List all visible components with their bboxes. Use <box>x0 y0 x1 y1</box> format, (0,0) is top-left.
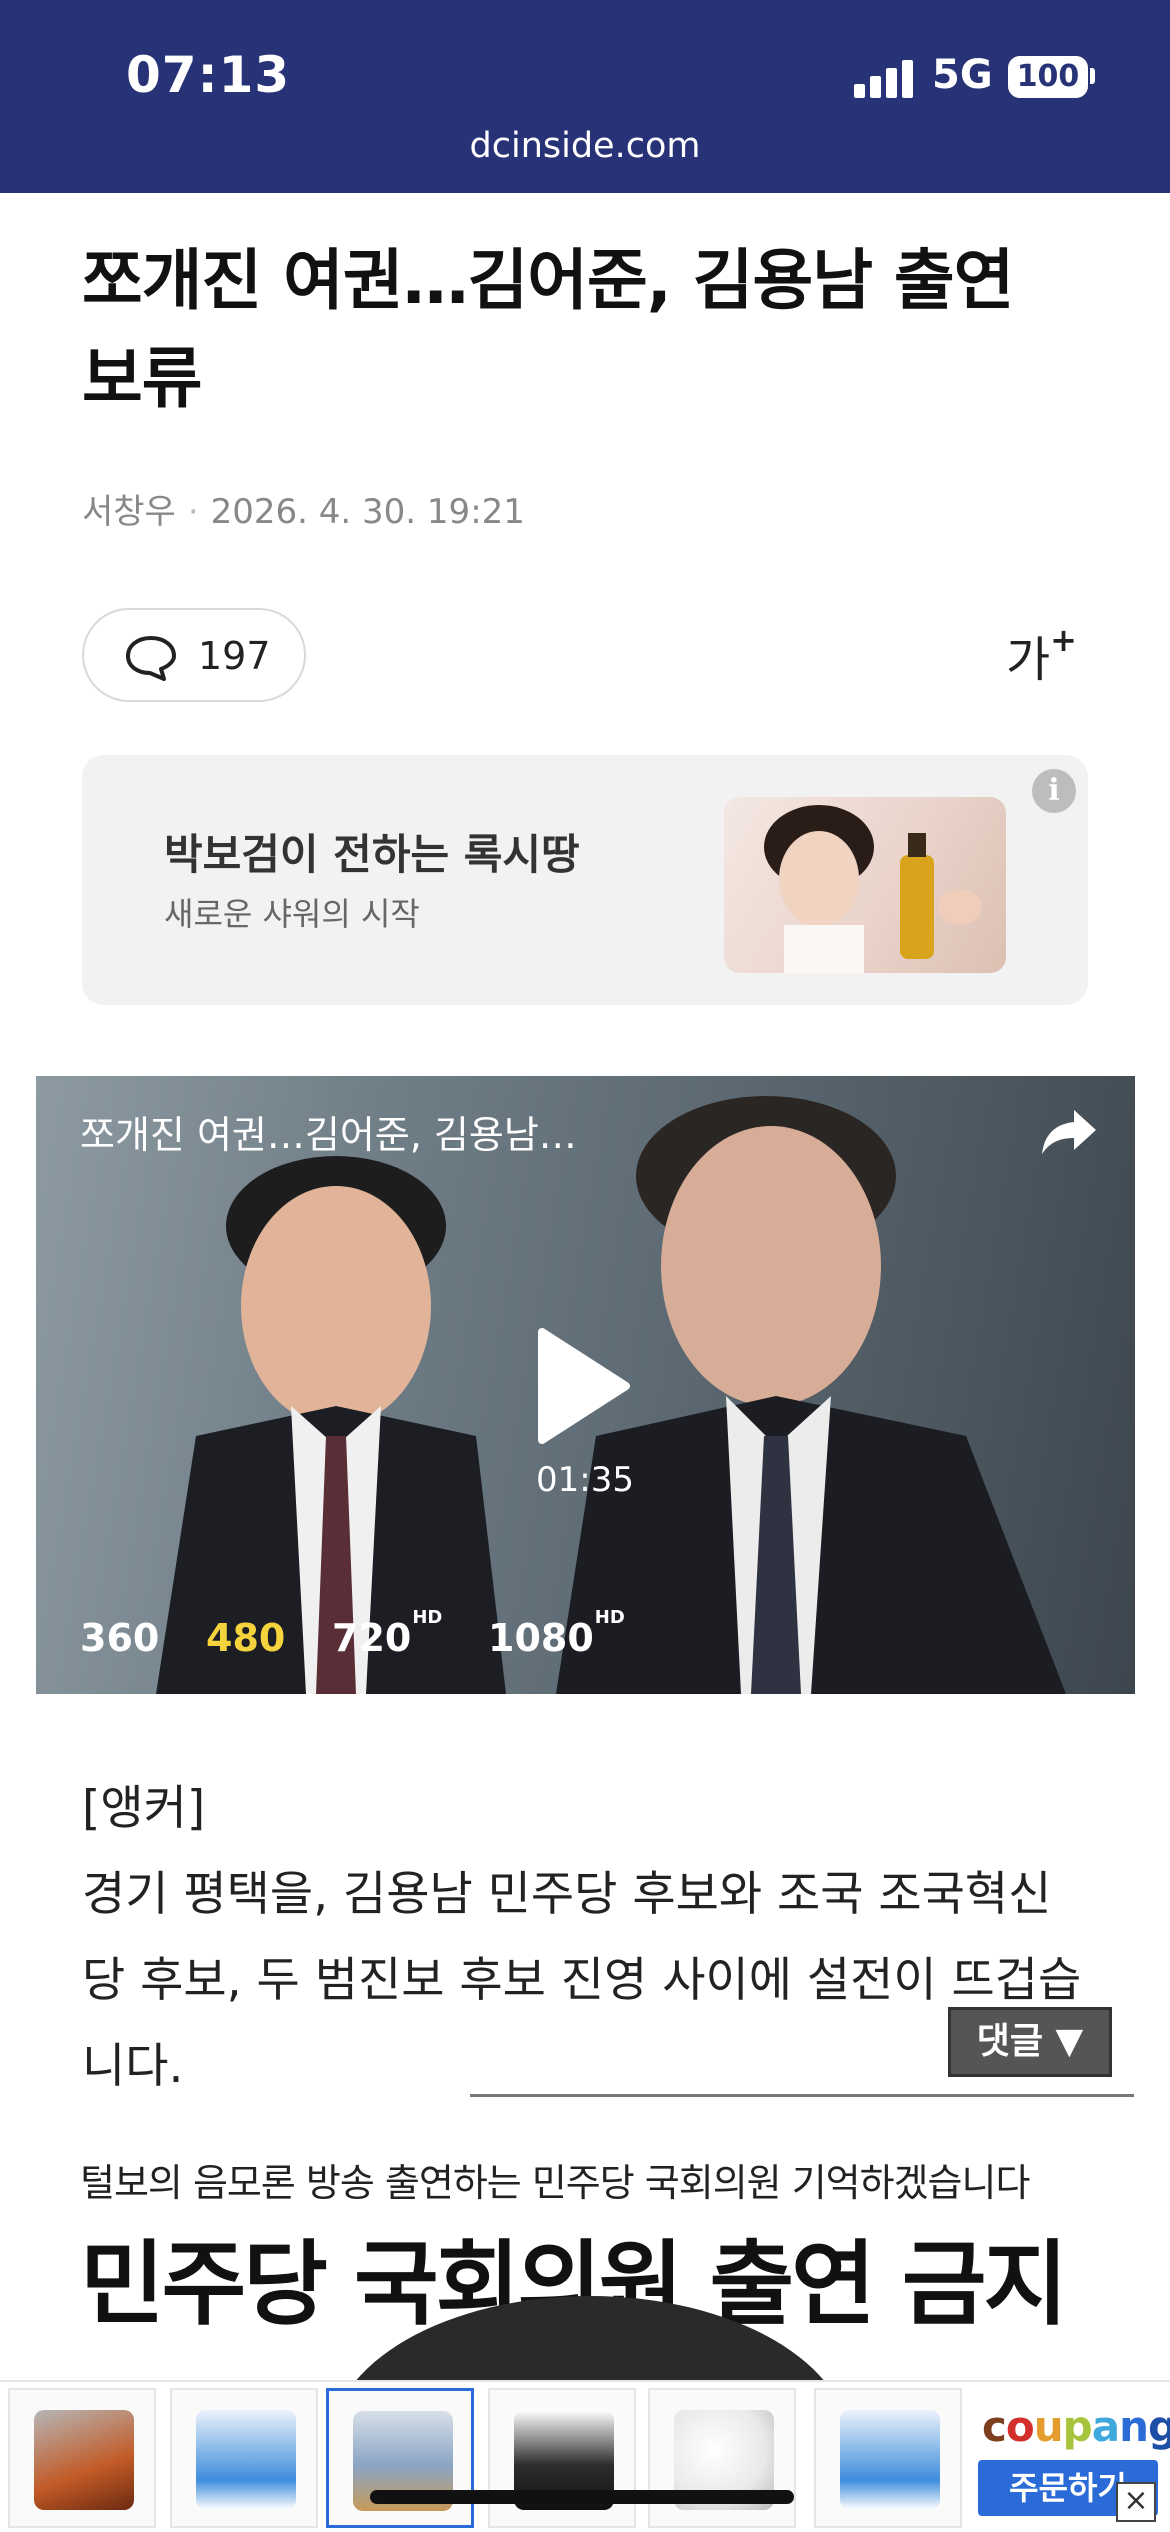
coupang-ad-strip[interactable]: coupang 주문하기 × <box>0 2380 1170 2532</box>
coupang-logo: coupang <box>982 2402 1170 2451</box>
play-icon[interactable] <box>536 1326 632 1446</box>
font-size-plus-icon: + <box>1050 621 1077 659</box>
video-duration: 01:35 <box>536 1460 634 1500</box>
article-paragraph: 경기 평택을, 김용남 민주당 후보와 조국 조국혁신당 후보, 두 범진보 후… <box>82 1867 1082 2094</box>
product-thumbnail[interactable] <box>326 2388 474 2528</box>
quality-720-button[interactable]: 720HD <box>332 1607 442 1660</box>
browser-header: 07:13 5G 100 dcinside.com <box>0 0 1170 193</box>
anchor-label: [앵커] <box>82 1781 206 1836</box>
status-time: 07:13 <box>126 46 291 104</box>
ad-image <box>724 797 1006 973</box>
product-thumbnail[interactable] <box>8 2388 156 2528</box>
article-author: 서창우 <box>82 492 176 532</box>
share-icon[interactable] <box>1038 1106 1100 1158</box>
article-body: [앵커] 경기 평택을, 김용남 민주당 후보와 조국 조국혁신당 후보, 두 … <box>82 1766 1082 2110</box>
product-thumbnail[interactable] <box>488 2388 636 2528</box>
close-icon[interactable]: × <box>1116 2482 1156 2522</box>
ad-title: 박보검이 전하는 록시땅 <box>164 830 580 879</box>
ad-info-icon[interactable]: i <box>1032 769 1076 813</box>
divider <box>470 2094 1134 2097</box>
quality-360-button[interactable]: 360 <box>80 1616 159 1660</box>
battery-icon: 100 <box>1008 56 1088 98</box>
product-thumbnail[interactable] <box>648 2388 796 2528</box>
network-type: 5G <box>932 52 993 98</box>
video-player[interactable]: 쪼개진 여권…김어준, 김용남… 01:35 360 480 720HD 108… <box>36 1076 1135 1694</box>
article-headline: 쪼개진 여권…김어준, 김용남 출연 보류 <box>82 242 1014 417</box>
article-datetime: 2026. 4. 30. 19:21 <box>210 492 525 532</box>
ad-banner[interactable]: 박보검이 전하는 록시땅 새로운 샤워의 시작 i <box>82 755 1088 1005</box>
font-size-button[interactable]: 가+ <box>1006 620 1077 690</box>
hd-badge: HD <box>412 1607 443 1629</box>
product-thumbnail[interactable] <box>170 2388 318 2528</box>
signal-icon <box>854 58 914 98</box>
address-bar-url[interactable]: dcinside.com <box>0 126 1170 166</box>
font-size-label: 가 <box>1006 632 1051 688</box>
home-indicator <box>370 2490 794 2504</box>
meta-separator: · <box>187 492 199 532</box>
quality-480-button[interactable]: 480 <box>206 1616 285 1660</box>
product-thumbnail[interactable] <box>814 2388 962 2528</box>
quality-1080-button[interactable]: 1080HD <box>488 1607 625 1660</box>
reply-toggle-button[interactable]: 댓글 ▼ <box>948 2007 1112 2077</box>
battery-tip <box>1090 68 1095 84</box>
video-title: 쪼개진 여권…김어준, 김용남… <box>80 1113 577 1157</box>
comment-bubble-icon <box>126 636 176 681</box>
embedded-image-caption: 털보의 음모론 방송 출연하는 민주당 국회의원 기억하겠습니다 <box>80 2161 1030 2205</box>
comment-count-button[interactable]: 197 <box>82 608 306 702</box>
comment-count: 197 <box>198 634 271 678</box>
ad-subtitle: 새로운 샤워의 시작 <box>164 895 420 933</box>
article-meta: 서창우 · 2026. 4. 30. 19:21 <box>82 484 525 533</box>
hd-badge: HD <box>594 1607 625 1629</box>
battery-level: 100 <box>1016 59 1080 94</box>
